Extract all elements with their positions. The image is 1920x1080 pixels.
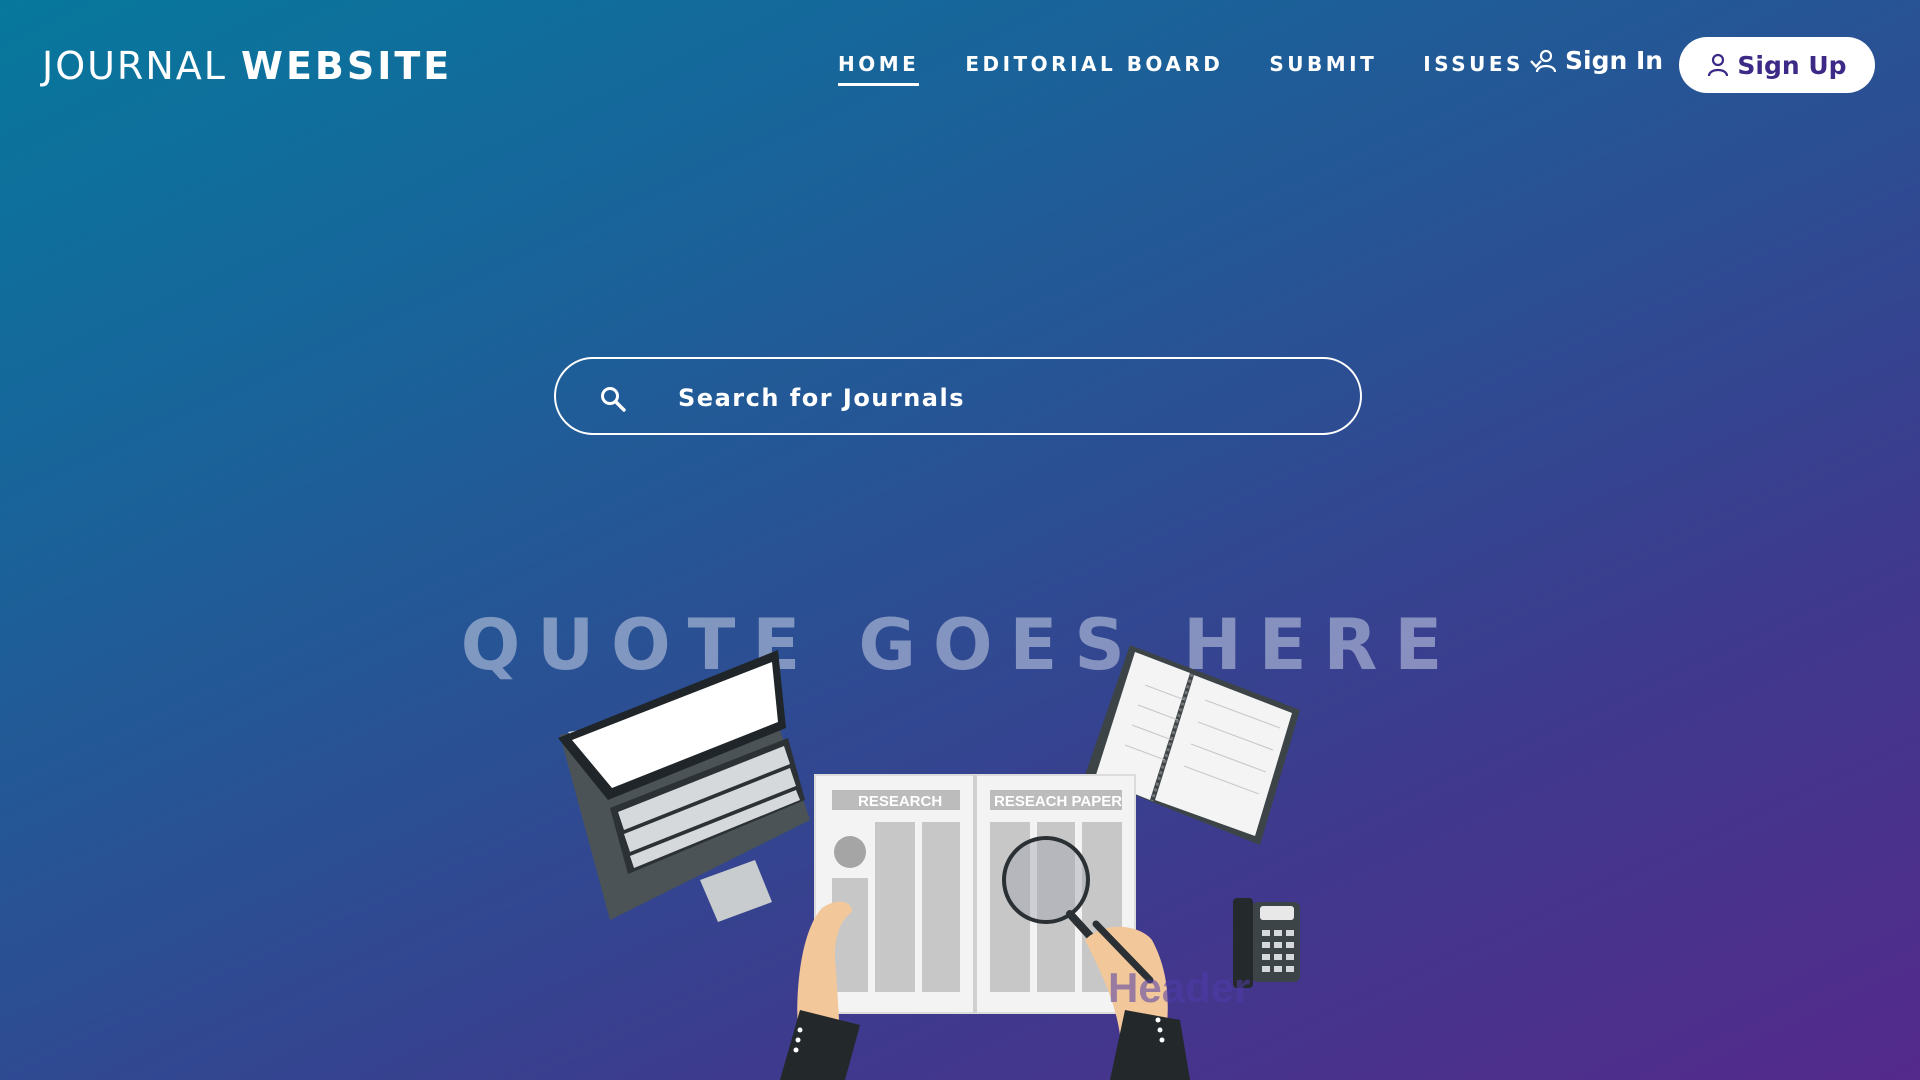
paper-left-title: RESEARCH: [858, 793, 942, 810]
nav-submit[interactable]: SUBMIT: [1269, 52, 1377, 76]
nav-editorial-board-label: EDITORIAL BOARD: [965, 52, 1224, 76]
nav-editorial-board[interactable]: EDITORIAL BOARD: [965, 52, 1223, 76]
user-icon: [1535, 49, 1557, 72]
search-input[interactable]: [676, 377, 1320, 419]
laptop-image: [558, 650, 810, 922]
logo-text-bold: WEBSITE: [241, 44, 453, 88]
user-icon: [1708, 53, 1729, 77]
sign-up-label: Sign Up: [1737, 50, 1847, 80]
sign-in-link[interactable]: Sign In: [1535, 46, 1663, 75]
sign-up-button[interactable]: Sign Up: [1679, 37, 1875, 93]
search-bar: [554, 357, 1362, 435]
nav-submit-label: SUBMIT: [1269, 52, 1378, 76]
sign-in-label: Sign In: [1565, 46, 1664, 75]
logo-text-light: JOURNAL: [42, 44, 227, 88]
illustration-overlay-text: Header: [1108, 964, 1250, 1011]
paper-right-title: RESEACH PAPER: [994, 793, 1122, 810]
desk-illustration: RESEARCH RESEACH PAPER Header: [558, 645, 1300, 1080]
nav-home[interactable]: HOME: [838, 52, 920, 86]
nav-issues[interactable]: ISSUES: [1423, 52, 1543, 76]
site-logo[interactable]: JOURNAL WEBSITE: [42, 44, 452, 88]
search-icon[interactable]: [600, 386, 626, 412]
nav-issues-label: ISSUES: [1423, 52, 1524, 76]
main-nav: HOME EDITORIAL BOARD SUBMIT ISSUES: [838, 52, 1543, 86]
nav-home-label: HOME: [838, 52, 920, 76]
